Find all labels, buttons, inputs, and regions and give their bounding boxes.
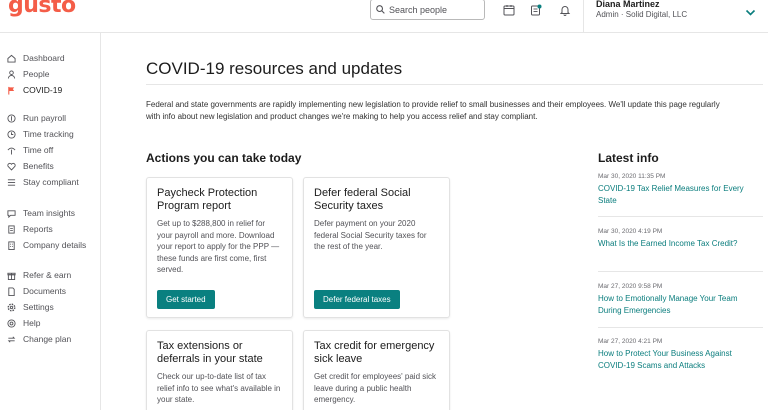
change-plan-icon <box>6 334 16 344</box>
top-bar: gusto Diana Martinez Admin · Solid Di <box>0 0 768 33</box>
help-icon <box>6 318 16 328</box>
flag-icon <box>6 85 16 95</box>
sidebar-item-label: Dashboard <box>23 53 65 63</box>
news-date: Mar 30, 2020 4:19 PM <box>598 228 663 235</box>
card-defer-social-security: Defer federal Social Security taxes Defe… <box>303 177 450 318</box>
sidebar-item-dashboard[interactable]: Dashboard <box>6 51 65 65</box>
sidebar-item-label: Benefits <box>23 161 54 171</box>
sidebar-item-label: Time off <box>23 145 54 155</box>
report-icon <box>6 224 16 234</box>
news-date: Mar 27, 2020 9:58 PM <box>598 283 663 290</box>
sidebar-item-label: COVID-19 <box>23 85 63 95</box>
chat-icon <box>6 208 16 218</box>
sidebar: Dashboard People COVID-19 Run payroll Ti… <box>0 33 101 410</box>
news-item: Mar 27, 2020 4:21 PM How to Protect Your… <box>598 338 748 371</box>
sidebar-item-label: Reports <box>23 224 53 234</box>
news-divider <box>598 216 763 217</box>
sidebar-item-label: People <box>23 69 50 79</box>
sidebar-item-benefits[interactable]: Benefits <box>6 159 54 173</box>
card-body: Get up to $288,800 in relief for your pa… <box>157 219 280 274</box>
sidebar-item-label: Refer & earn <box>23 270 72 280</box>
sidebar-item-label: Run payroll <box>23 113 66 123</box>
news-link[interactable]: How to Emotionally Manage Your Team Duri… <box>598 293 748 316</box>
list-icon <box>6 177 16 187</box>
actions-section-title: Actions you can take today <box>146 151 302 165</box>
card-body: Get credit for employees' paid sick leav… <box>314 372 437 404</box>
card-ppp-report: Paycheck Protection Program report Get u… <box>146 177 293 318</box>
news-link[interactable]: What Is the Earned Income Tax Credit? <box>598 238 748 250</box>
news-link[interactable]: How to Protect Your Business Against COV… <box>598 348 748 371</box>
news-divider <box>598 327 763 328</box>
sidebar-item-label: Company details <box>23 240 87 250</box>
card-title: Defer federal Social Security taxes <box>314 187 411 212</box>
home-icon <box>6 53 16 63</box>
news-date: Mar 27, 2020 4:21 PM <box>598 338 663 345</box>
payroll-icon <box>6 113 16 123</box>
page-title: COVID-19 resources and updates <box>146 59 403 78</box>
sidebar-item-settings[interactable]: Settings <box>6 300 54 314</box>
sidebar-item-stay-compliant[interactable]: Stay compliant <box>6 175 79 189</box>
sidebar-item-covid-19[interactable]: COVID-19 <box>6 83 62 97</box>
palm-icon <box>6 145 16 155</box>
sidebar-item-label: Help <box>23 318 41 328</box>
heart-icon <box>6 161 16 171</box>
card-body: Check our up-to-date list of tax relief … <box>157 372 281 404</box>
latest-info-title: Latest info <box>598 151 659 165</box>
sidebar-item-company-details[interactable]: Company details <box>6 238 86 252</box>
intro-text: Federal and state governments are rapidl… <box>146 100 720 121</box>
user-role: Admin · Solid Digital, LLC <box>596 10 688 19</box>
defer-federal-taxes-button[interactable]: Defer federal taxes <box>314 290 400 309</box>
bell-icon[interactable] <box>557 2 573 18</box>
calendar-icon[interactable] <box>501 2 517 18</box>
notifications-panel-icon[interactable] <box>528 2 544 18</box>
clock-icon <box>6 129 16 139</box>
gusto-logo[interactable]: gusto <box>8 0 76 18</box>
news-divider <box>598 271 763 272</box>
news-item: Mar 30, 2020 11:35 PM COVID-19 Tax Relie… <box>598 173 748 206</box>
sidebar-item-time-off[interactable]: Time off <box>6 143 53 157</box>
card-title: Tax credit for emergency sick leave <box>314 340 435 365</box>
sidebar-item-reports[interactable]: Reports <box>6 222 53 236</box>
sidebar-item-documents[interactable]: Documents <box>6 284 66 298</box>
news-item: Mar 27, 2020 9:58 PM How to Emotionally … <box>598 283 748 316</box>
news-link[interactable]: COVID-19 Tax Relief Measures for Every S… <box>598 183 748 206</box>
sidebar-item-people[interactable]: People <box>6 67 49 81</box>
sidebar-item-refer-earn[interactable]: Refer & earn <box>6 268 71 282</box>
sidebar-item-change-plan[interactable]: Change plan <box>6 332 71 346</box>
card-title: Paycheck Protection Program report <box>157 187 258 212</box>
user-name[interactable]: Diana Martinez <box>596 0 660 9</box>
card-tax-extensions[interactable]: Tax extensions or deferrals in your stat… <box>146 330 293 410</box>
card-sick-leave-credit[interactable]: Tax credit for emergency sick leave Get … <box>303 330 450 410</box>
get-started-button[interactable]: Get started <box>157 290 215 309</box>
sidebar-item-team-insights[interactable]: Team insights <box>6 206 75 220</box>
sidebar-item-label: Change plan <box>23 334 72 344</box>
sidebar-item-label: Settings <box>23 302 54 312</box>
building-icon <box>6 240 16 250</box>
news-item: Mar 30, 2020 4:19 PM What Is the Earned … <box>598 228 748 250</box>
gear-icon <box>6 302 16 312</box>
title-divider <box>146 84 763 85</box>
search-input[interactable] <box>389 4 479 15</box>
sidebar-item-time-tracking[interactable]: Time tracking <box>6 127 74 141</box>
chevron-down-icon[interactable] <box>745 4 756 22</box>
gift-icon <box>6 270 16 280</box>
sidebar-item-label: Documents <box>23 286 66 296</box>
search-icon <box>376 5 385 14</box>
document-icon <box>6 286 16 296</box>
sidebar-item-label: Time tracking <box>23 129 74 139</box>
header-divider <box>583 0 584 33</box>
sidebar-item-label: Stay compliant <box>23 177 79 187</box>
card-body: Defer payment on your 2020 federal Socia… <box>314 219 427 251</box>
sidebar-item-run-payroll[interactable]: Run payroll <box>6 111 66 125</box>
search-box[interactable] <box>370 0 485 20</box>
card-title: Tax extensions or deferrals in your stat… <box>157 340 263 365</box>
sidebar-item-help[interactable]: Help <box>6 316 40 330</box>
sidebar-item-label: Team insights <box>23 208 75 218</box>
people-icon <box>6 69 16 79</box>
news-date: Mar 30, 2020 11:35 PM <box>598 173 666 180</box>
